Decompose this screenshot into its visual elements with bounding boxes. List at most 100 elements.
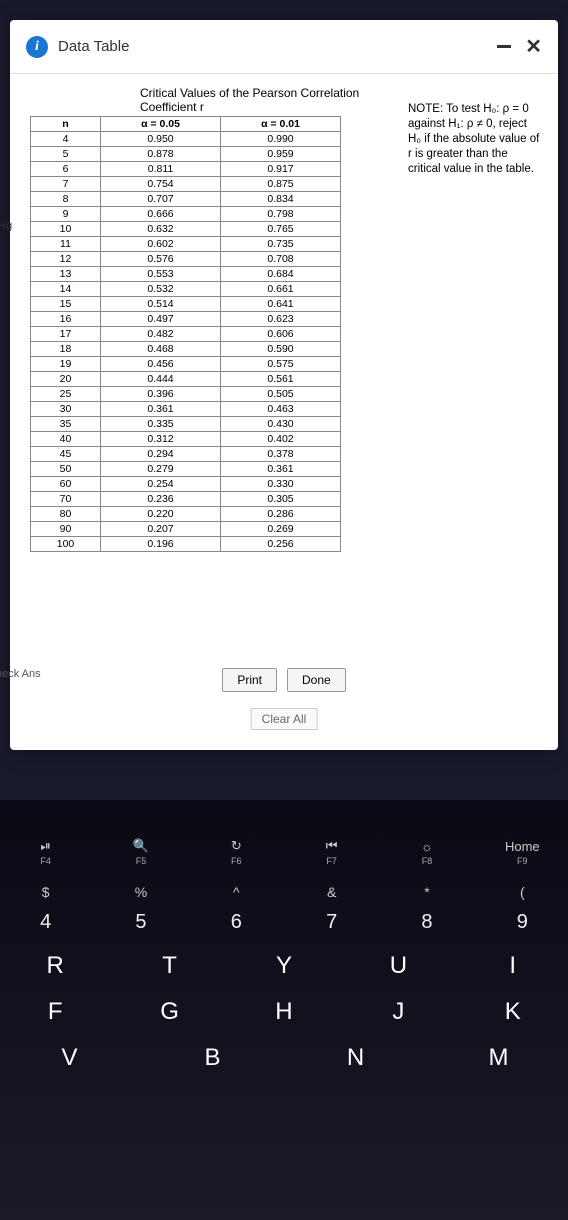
table-row: 200.4440.561 — [31, 372, 341, 387]
info-icon: i — [26, 36, 48, 58]
table-cell: 0.661 — [221, 282, 341, 297]
table-cell: 0.707 — [101, 192, 221, 207]
letter-key: G — [135, 998, 205, 1026]
content-area: Critical Values of the Pearson Correlati… — [10, 74, 558, 694]
table-cell: 0.754 — [101, 177, 221, 192]
table-cell: 0.532 — [101, 282, 221, 297]
table-cell: 14 — [31, 282, 101, 297]
table-row: 400.3120.402 — [31, 432, 341, 447]
table-row: 350.3350.430 — [31, 417, 341, 432]
table-cell: 0.708 — [221, 252, 341, 267]
table-cell: 0.641 — [221, 297, 341, 312]
table-row: 140.5320.661 — [31, 282, 341, 297]
table-cell: 0.505 — [221, 387, 341, 402]
table-cell: 17 — [31, 327, 101, 342]
table-cell: 0.207 — [101, 522, 221, 537]
number-key: *8 — [397, 884, 457, 934]
table-title: Critical Values of the Pearson Correlati… — [10, 84, 402, 116]
function-key: HomeF9 — [497, 839, 547, 866]
function-key: ⏮F7 — [307, 838, 357, 866]
table-row: 250.3960.505 — [31, 387, 341, 402]
table-cell: 70 — [31, 492, 101, 507]
table-cell: 20 — [31, 372, 101, 387]
table-cell: 0.514 — [101, 297, 221, 312]
table-row: 120.5760.708 — [31, 252, 341, 267]
letter-key: N — [321, 1044, 391, 1072]
function-key: ↻F6 — [211, 838, 261, 866]
number-key: $4 — [16, 884, 76, 934]
table-row: 40.9500.990 — [31, 132, 341, 147]
table-cell: 0.294 — [101, 447, 221, 462]
table-cell: 0.959 — [221, 147, 341, 162]
table-row: 90.6660.798 — [31, 207, 341, 222]
table-cell: 0.396 — [101, 387, 221, 402]
table-cell: 0.286 — [221, 507, 341, 522]
critical-values-table: nα = 0.05α = 0.01 40.9500.99050.8780.959… — [30, 116, 341, 552]
titlebar: i Data Table ✕ — [10, 20, 558, 74]
table-row: 190.4560.575 — [31, 357, 341, 372]
table-cell: 0.279 — [101, 462, 221, 477]
table-cell: 0.811 — [101, 162, 221, 177]
table-cell: 0.576 — [101, 252, 221, 267]
table-cell: 30 — [31, 402, 101, 417]
table-cell: 0.553 — [101, 267, 221, 282]
table-row: 130.5530.684 — [31, 267, 341, 282]
table-cell: 40 — [31, 432, 101, 447]
table-row: 700.2360.305 — [31, 492, 341, 507]
table-cell: 0.361 — [221, 462, 341, 477]
table-cell: 0.220 — [101, 507, 221, 522]
letter-key: R — [20, 952, 90, 980]
table-cell: 0.463 — [221, 402, 341, 417]
letter-key: K — [478, 998, 548, 1026]
letter-key: V — [35, 1044, 105, 1072]
letter-key: I — [478, 952, 548, 980]
table-cell: 0.305 — [221, 492, 341, 507]
table-cell: 0.684 — [221, 267, 341, 282]
table-cell: 0.990 — [221, 132, 341, 147]
table-cell: 0.361 — [101, 402, 221, 417]
table-row: 500.2790.361 — [31, 462, 341, 477]
table-cell: 15 — [31, 297, 101, 312]
table-cell: 0.254 — [101, 477, 221, 492]
table-cell: 0.378 — [221, 447, 341, 462]
table-cell: 9 — [31, 207, 101, 222]
table-cell: 0.330 — [221, 477, 341, 492]
table-cell: 0.735 — [221, 237, 341, 252]
table-cell: 0.875 — [221, 177, 341, 192]
close-icon[interactable]: ✕ — [525, 34, 542, 59]
column-header: α = 0.01 — [221, 117, 341, 132]
table-cell: 11 — [31, 237, 101, 252]
done-button[interactable]: Done — [287, 668, 346, 692]
table-cell: 0.834 — [221, 192, 341, 207]
table-cell: 0.590 — [221, 342, 341, 357]
table-cell: 80 — [31, 507, 101, 522]
table-cell: 0.917 — [221, 162, 341, 177]
letter-key: B — [178, 1044, 248, 1072]
letter-key: H — [249, 998, 319, 1026]
table-cell: 0.878 — [101, 147, 221, 162]
table-cell: 35 — [31, 417, 101, 432]
letter-key: T — [135, 952, 205, 980]
minimize-icon[interactable] — [497, 45, 511, 48]
table-row: 110.6020.735 — [31, 237, 341, 252]
clear-all-button[interactable]: Clear All — [251, 708, 318, 730]
table-cell: 0.606 — [221, 327, 341, 342]
table-cell: 8 — [31, 192, 101, 207]
partial-text-left: Hg — [0, 220, 12, 232]
letter-key: M — [464, 1044, 534, 1072]
table-row: 60.8110.917 — [31, 162, 341, 177]
table-cell: 0.561 — [221, 372, 341, 387]
table-cell: 60 — [31, 477, 101, 492]
table-cell: 0.632 — [101, 222, 221, 237]
table-row: 160.4970.623 — [31, 312, 341, 327]
function-key: 🔍F5 — [116, 838, 166, 866]
table-cell: 5 — [31, 147, 101, 162]
table-cell: 100 — [31, 537, 101, 552]
table-cell: 0.312 — [101, 432, 221, 447]
print-button[interactable]: Print — [222, 668, 277, 692]
letter-key: F — [20, 998, 90, 1026]
number-key: ^6 — [206, 884, 266, 934]
table-cell: 45 — [31, 447, 101, 462]
table-cell: 0.444 — [101, 372, 221, 387]
number-key: %5 — [111, 884, 171, 934]
